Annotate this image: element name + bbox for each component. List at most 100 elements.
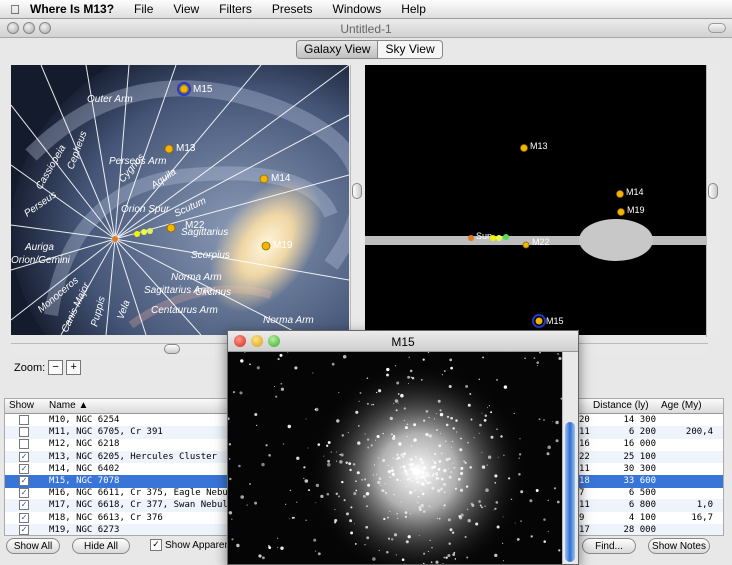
toolbar-toggle-button[interactable] (708, 23, 726, 33)
m15-image-window[interactable]: M15 (227, 330, 579, 565)
marker-m14[interactable] (260, 175, 268, 183)
star-dot (405, 511, 408, 514)
show-all-button[interactable]: Show All (6, 538, 60, 554)
row-name: M16, NGC 6611, Cr 375, Eagle Nebula (49, 487, 239, 500)
star-dot (557, 501, 560, 504)
star-dot (453, 427, 455, 429)
sky-view-panel[interactable]: M13 M14 M19 Sun M22 M15 (365, 65, 706, 335)
show-checkbox[interactable]: ✓ (19, 500, 29, 510)
marker-cluster[interactable] (490, 235, 496, 241)
find-button[interactable]: Find... (582, 538, 636, 554)
star-dot (374, 464, 375, 465)
column-show[interactable]: Show (9, 400, 34, 411)
galaxy-vertical-scrollbar[interactable] (350, 65, 363, 335)
sky-vertical-scrollbar[interactable] (706, 65, 719, 337)
show-checkbox[interactable] (19, 427, 29, 437)
galaxy-vscroll-thumb[interactable] (352, 183, 362, 199)
star-dot (384, 483, 385, 484)
show-checkbox[interactable] (19, 415, 29, 425)
star-dot (380, 485, 381, 486)
marker-m13[interactable] (521, 145, 528, 152)
row-distance: 33 600 (601, 475, 656, 488)
galaxy-view-panel[interactable]: Outer Arm Perseus Arm Cassiopeia Cepheus… (11, 65, 349, 335)
star-dot (366, 505, 368, 507)
sky-horizontal-scrollbar[interactable] (578, 343, 708, 355)
star-dot (365, 526, 368, 529)
star-dot (281, 388, 284, 391)
show-checkbox[interactable]: ✓ (19, 464, 29, 474)
star-dot (496, 379, 498, 381)
star-dot (481, 452, 482, 453)
star-dot (379, 550, 380, 551)
menu-view[interactable]: View (173, 2, 199, 16)
marker-cluster[interactable] (141, 229, 147, 235)
marker-m19[interactable] (618, 209, 625, 216)
star-dot (408, 470, 409, 471)
star-dot (320, 495, 323, 498)
zoom-out-button[interactable]: − (48, 360, 63, 375)
show-apparent-checkbox[interactable]: ✓ Show Apparent (150, 539, 233, 551)
marker-cluster[interactable] (134, 231, 140, 237)
show-checkbox[interactable]: ✓ (19, 488, 29, 498)
sky-vscroll-thumb[interactable] (708, 183, 718, 199)
marker-cluster[interactable] (496, 235, 502, 241)
marker-m14[interactable] (617, 191, 624, 198)
marker-label: M15 (193, 84, 213, 95)
show-checkbox[interactable]: ✓ (19, 452, 29, 462)
menu-app[interactable]: Where Is M13? (30, 2, 114, 16)
marker-cluster[interactable] (147, 228, 153, 234)
column-distance[interactable]: Distance (ly) (593, 400, 649, 411)
zoom-in-button[interactable]: + (66, 360, 81, 375)
show-checkbox[interactable]: ✓ (19, 476, 29, 486)
star-dot (425, 472, 426, 473)
show-checkbox[interactable]: ✓ (19, 525, 29, 535)
hide-all-button[interactable]: Hide All (72, 538, 130, 554)
marker-sun[interactable] (468, 235, 474, 241)
marker-cluster[interactable] (503, 234, 509, 240)
marker-m19[interactable] (262, 242, 270, 250)
star-dot (435, 561, 438, 564)
marker-sun[interactable] (112, 236, 118, 242)
galaxy-hscroll-thumb[interactable] (164, 344, 180, 354)
star-dot (461, 514, 464, 517)
star-dot (395, 399, 399, 403)
star-dot (439, 518, 440, 519)
star-dot (458, 478, 461, 481)
column-age[interactable]: Age (My) (661, 400, 702, 411)
show-notes-button[interactable]: Show Notes (648, 538, 710, 554)
tab-sky-view[interactable]: Sky View (378, 41, 441, 58)
window-title: Untitled-1 (0, 22, 732, 36)
marker-m15[interactable] (536, 318, 543, 325)
marker-m13[interactable] (165, 145, 173, 153)
apple-menu-icon[interactable]:  (0, 2, 30, 17)
show-checkbox[interactable] (19, 439, 29, 449)
star-dot (404, 469, 407, 472)
star-dot (448, 457, 451, 460)
star-dot (229, 458, 231, 460)
star-dot (413, 423, 416, 426)
row-partial-column: 7 (579, 487, 584, 500)
star-dot (402, 558, 405, 561)
column-name[interactable]: Name ▲ (49, 400, 88, 411)
menu-help[interactable]: Help (401, 2, 426, 16)
galaxy-label: Orion Spur (121, 204, 170, 215)
star-dot (497, 525, 500, 528)
star-dot (484, 419, 487, 422)
popup-vertical-scrollbar[interactable] (562, 352, 578, 564)
star-dot (489, 405, 490, 406)
menu-file[interactable]: File (134, 2, 153, 16)
show-checkbox[interactable]: ✓ (19, 513, 29, 523)
menu-windows[interactable]: Windows (333, 2, 382, 16)
star-dot (375, 440, 376, 441)
tab-galaxy-view[interactable]: Galaxy View (297, 41, 378, 58)
window-title-bar: Untitled-1 (0, 19, 732, 38)
marker-m22[interactable] (167, 224, 175, 232)
menu-filters[interactable]: Filters (219, 2, 252, 16)
star-dot (429, 482, 431, 484)
marker-m15[interactable] (180, 85, 188, 93)
star-dot (418, 496, 420, 498)
popup-vscroll-thumb[interactable] (565, 422, 575, 562)
star-dot (247, 505, 248, 506)
marker-m22[interactable] (523, 242, 529, 248)
menu-presets[interactable]: Presets (272, 2, 313, 16)
